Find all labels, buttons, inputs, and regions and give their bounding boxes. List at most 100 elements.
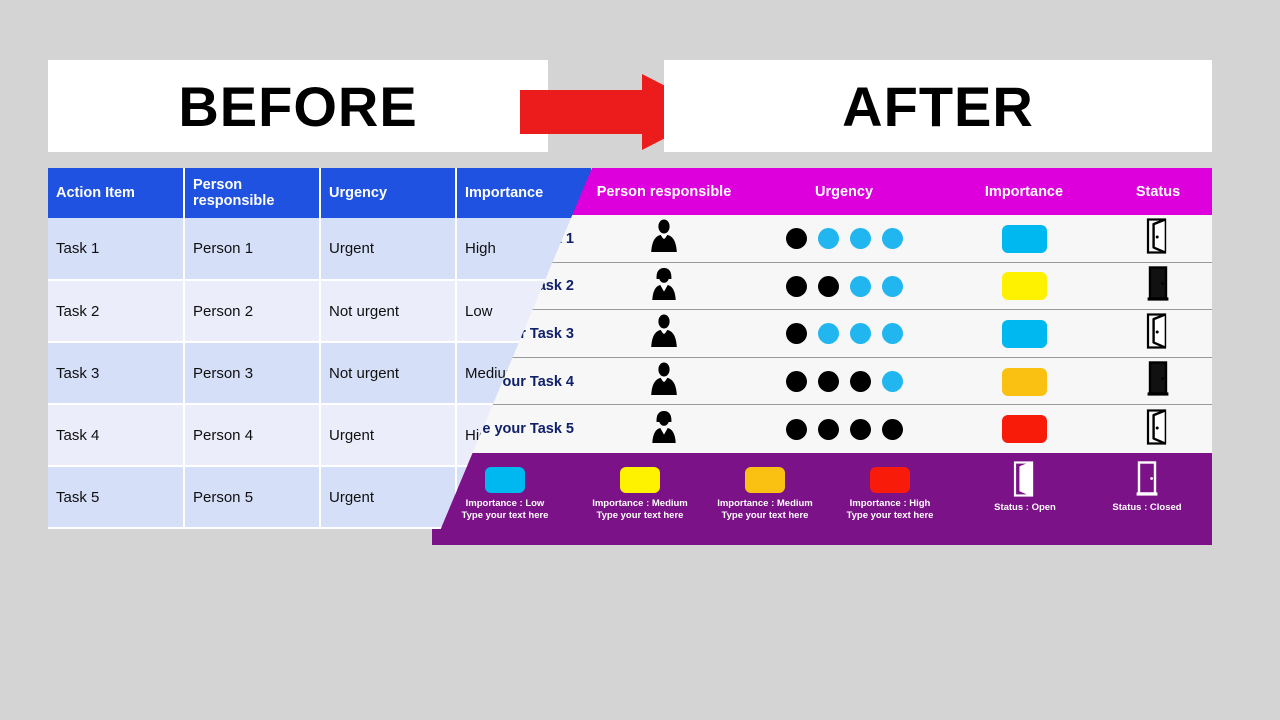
urgency-rating — [785, 371, 903, 393]
after-importance-cell — [944, 405, 1104, 453]
before-cell: Person 5 — [184, 466, 321, 529]
before-cell: Not urgent — [320, 342, 457, 405]
legend-label: Importance : Medium Type your text here — [592, 498, 688, 521]
urgency-dot-empty[interactable] — [817, 323, 839, 345]
urgency-rating — [785, 418, 903, 440]
before-header-action-item: Action Item — [48, 168, 185, 218]
before-cell: Task 5 — [48, 466, 185, 529]
after-person-cell — [584, 310, 744, 358]
urgency-dot-empty[interactable] — [849, 275, 871, 297]
after-person-cell — [584, 215, 744, 263]
legend-item: Status : Closed — [1082, 461, 1212, 539]
urgency-dot-empty[interactable] — [881, 323, 903, 345]
legend-color-chip — [870, 467, 910, 493]
after-urgency-cell — [744, 215, 944, 263]
legend-item: Importance : Medium Type your text here — [575, 461, 705, 539]
urgency-dot-filled[interactable] — [817, 275, 839, 297]
after-person-cell — [584, 358, 744, 406]
after-importance-cell — [944, 358, 1104, 406]
urgency-dot-empty[interactable] — [881, 371, 903, 393]
after-table-row: Type your Task 3 — [432, 310, 1212, 358]
after-importance-cell — [944, 310, 1104, 358]
before-cell: Urgent — [320, 466, 457, 529]
after-header-banner: AFTER — [664, 60, 1212, 152]
door-closed-icon — [1134, 461, 1160, 497]
after-table-row: Type your Task 5 — [432, 405, 1212, 453]
after-status-cell — [1104, 405, 1212, 453]
urgency-dot-filled[interactable] — [785, 323, 807, 345]
after-importance-cell — [944, 263, 1104, 311]
legend-label: Status : Closed — [1112, 502, 1182, 513]
importance-chip[interactable] — [1001, 415, 1047, 444]
legend-label: Importance : High Type your text here — [846, 498, 934, 521]
before-table-row: Task 2 Person 2 Not urgent Low — [48, 280, 592, 343]
urgency-dot-filled[interactable] — [785, 418, 807, 440]
legend-color-chip — [620, 467, 660, 493]
after-urgency-cell — [744, 263, 944, 311]
legend-item: Importance : Medium Type your text here — [700, 461, 830, 539]
before-title: BEFORE — [178, 74, 418, 138]
person-female-icon — [649, 410, 679, 449]
after-importance-cell — [944, 215, 1104, 263]
legend-item: Status : Open — [960, 461, 1090, 539]
before-cell: Urgent — [320, 218, 457, 281]
after-urgency-cell — [744, 405, 944, 453]
urgency-dot-filled[interactable] — [817, 418, 839, 440]
urgency-dot-filled[interactable] — [849, 418, 871, 440]
after-header-cell-importance: Importance — [984, 183, 1064, 200]
before-header-banner: BEFORE — [48, 60, 548, 152]
urgency-dot-empty[interactable] — [881, 275, 903, 297]
person-female-icon — [649, 267, 679, 306]
urgency-dot-filled[interactable] — [785, 371, 807, 393]
door-open-icon[interactable] — [1145, 409, 1171, 450]
after-header-cell-status: Status — [1135, 183, 1181, 200]
urgency-dot-filled[interactable] — [785, 275, 807, 297]
after-urgency-cell — [744, 310, 944, 358]
importance-chip[interactable] — [1001, 272, 1047, 301]
urgency-dot-empty[interactable] — [849, 228, 871, 250]
after-header-cell-person: Person responsible — [596, 183, 732, 200]
after-header-cell-urgency: Urgency — [814, 183, 874, 200]
after-urgency-cell — [744, 358, 944, 406]
slide-canvas: BEFORE AFTER Person responsible Urgency … — [0, 0, 1280, 720]
before-header-person-responsible: Person responsible — [184, 168, 321, 218]
urgency-dot-filled[interactable] — [881, 418, 903, 440]
door-open-icon — [1012, 461, 1038, 497]
before-cell: Person 1 — [184, 218, 321, 281]
after-status-cell — [1104, 263, 1212, 311]
door-closed-icon[interactable] — [1145, 361, 1171, 402]
after-person-cell — [584, 405, 744, 453]
urgency-rating — [785, 228, 903, 250]
before-cell: Task 3 — [48, 342, 185, 405]
person-male-icon — [649, 314, 679, 353]
urgency-rating — [785, 275, 903, 297]
before-table-header-row: Action Item Person responsible Urgency I… — [48, 168, 592, 218]
after-person-cell — [584, 263, 744, 311]
urgency-dot-empty[interactable] — [849, 323, 871, 345]
after-table-row: Type your Task 4 — [432, 358, 1212, 406]
before-cell: Not urgent — [320, 280, 457, 343]
urgency-dot-filled[interactable] — [785, 228, 807, 250]
legend-item: Importance : High Type your text here — [825, 461, 955, 539]
before-cell: Task 1 — [48, 218, 185, 281]
importance-chip[interactable] — [1001, 224, 1047, 253]
after-title: AFTER — [842, 74, 1034, 138]
importance-chip[interactable] — [1001, 367, 1047, 396]
door-closed-icon[interactable] — [1145, 266, 1171, 307]
person-male-icon — [649, 362, 679, 401]
urgency-dot-empty[interactable] — [881, 228, 903, 250]
before-cell: Task 2 — [48, 280, 185, 343]
legend-label: Importance : Low Type your text here — [461, 498, 549, 521]
before-cell: Person 3 — [184, 342, 321, 405]
before-header-importance: Importance — [456, 168, 592, 218]
importance-chip[interactable] — [1001, 319, 1047, 348]
legend-color-chip — [485, 467, 525, 493]
urgency-dot-filled[interactable] — [849, 371, 871, 393]
urgency-rating — [785, 323, 903, 345]
door-open-icon[interactable] — [1145, 313, 1171, 354]
after-status-cell — [1104, 358, 1212, 406]
urgency-dot-empty[interactable] — [817, 228, 839, 250]
door-open-icon[interactable] — [1145, 218, 1171, 259]
before-cell: Person 4 — [184, 404, 321, 467]
urgency-dot-filled[interactable] — [817, 371, 839, 393]
